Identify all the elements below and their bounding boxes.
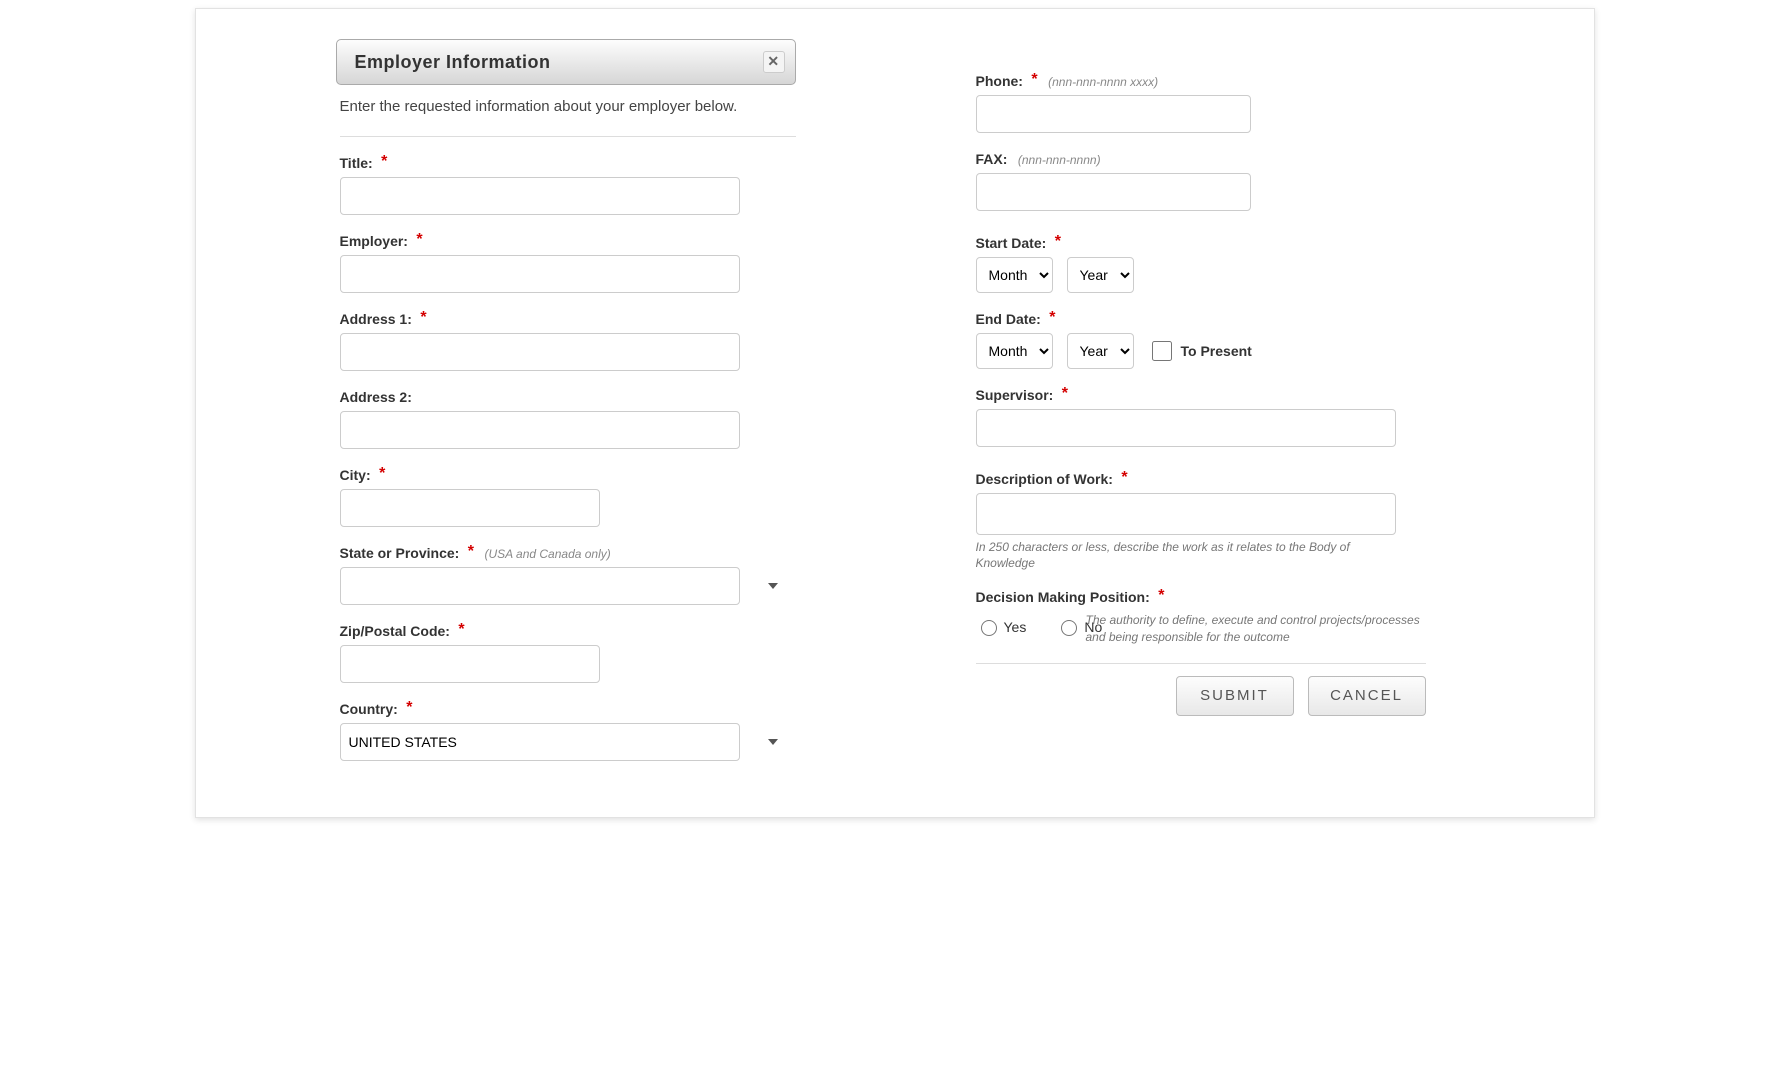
- dialog-employer-information: Employer Information ✕ Enter the request…: [195, 8, 1595, 818]
- decision-yes-radio[interactable]: [981, 620, 997, 636]
- phone-input[interactable]: [976, 95, 1251, 133]
- supervisor-label: Supervisor:: [976, 387, 1054, 403]
- fax-hint: (nnn-nnn-nnnn): [1018, 153, 1101, 167]
- to-present-checkbox[interactable]: [1152, 341, 1172, 361]
- right-scroll-area[interactable]: Phone: * (nnn-nnn-nnnn xxxx) FAX: (nnn-n…: [976, 65, 1436, 753]
- title-label: Title:: [340, 155, 373, 171]
- button-bar: SUBMIT CANCEL: [976, 663, 1426, 716]
- field-description: Description of Work: * In 250 characters…: [976, 471, 1430, 571]
- decision-yes-option[interactable]: Yes: [976, 617, 1027, 636]
- supervisor-input[interactable]: [976, 409, 1396, 447]
- zip-label: Zip/Postal Code:: [340, 623, 450, 639]
- country-select[interactable]: UNITED STATES: [340, 723, 740, 761]
- left-column: Employer Information ✕ Enter the request…: [336, 39, 796, 823]
- address1-label: Address 1:: [340, 311, 412, 327]
- end-year-select[interactable]: Year: [1067, 333, 1134, 369]
- dialog-titlebar: Employer Information ✕: [336, 39, 796, 85]
- dialog-title: Employer Information: [355, 52, 551, 73]
- state-hint: (USA and Canada only): [484, 547, 610, 561]
- field-employer: Employer: *: [340, 233, 790, 293]
- employer-input[interactable]: [340, 255, 740, 293]
- submit-button[interactable]: SUBMIT: [1176, 676, 1294, 716]
- left-scroll-area[interactable]: Enter the requested information about yo…: [336, 85, 796, 823]
- field-supervisor: Supervisor: *: [976, 387, 1430, 447]
- zip-input[interactable]: [340, 645, 600, 683]
- field-city: City: *: [340, 467, 790, 527]
- required-icon: *: [1049, 309, 1055, 326]
- cancel-button[interactable]: CANCEL: [1308, 676, 1426, 716]
- field-end-date: End Date: * Month Year To Present: [976, 311, 1430, 369]
- decision-no-radio[interactable]: [1061, 620, 1077, 636]
- required-icon: *: [1062, 385, 1068, 402]
- required-icon: *: [406, 699, 412, 716]
- decision-label: Decision Making Position:: [976, 589, 1150, 605]
- divider: [340, 136, 796, 137]
- description-label: Description of Work:: [976, 471, 1113, 487]
- start-month-select[interactable]: Month: [976, 257, 1053, 293]
- title-input[interactable]: [340, 177, 740, 215]
- phone-hint: (nnn-nnn-nnnn xxxx): [1048, 75, 1158, 89]
- city-input[interactable]: [340, 489, 600, 527]
- field-country: Country: * UNITED STATES: [340, 701, 790, 761]
- start-date-label: Start Date:: [976, 235, 1047, 251]
- required-icon: *: [420, 309, 426, 326]
- field-start-date: Start Date: * Month Year: [976, 235, 1430, 293]
- required-icon: *: [1158, 587, 1164, 604]
- employer-label: Employer:: [340, 233, 408, 249]
- phone-label: Phone:: [976, 73, 1023, 89]
- fax-label: FAX:: [976, 151, 1008, 167]
- fax-input[interactable]: [976, 173, 1251, 211]
- address1-input[interactable]: [340, 333, 740, 371]
- close-icon[interactable]: ✕: [763, 51, 785, 73]
- required-icon: *: [1055, 233, 1061, 250]
- start-year-select[interactable]: Year: [1067, 257, 1134, 293]
- description-help: In 250 characters or less, describe the …: [976, 539, 1386, 571]
- to-present-wrap[interactable]: To Present: [1148, 338, 1252, 364]
- field-decision: Decision Making Position: * Yes No The a…: [976, 589, 1430, 644]
- state-select[interactable]: [340, 567, 740, 605]
- state-label: State or Province:: [340, 545, 460, 561]
- field-title: Title: *: [340, 155, 790, 215]
- right-column: Phone: * (nnn-nnn-nnnn xxxx) FAX: (nnn-n…: [976, 65, 1436, 753]
- city-label: City:: [340, 467, 371, 483]
- description-input[interactable]: [976, 493, 1396, 535]
- required-icon: *: [1121, 469, 1127, 486]
- field-phone: Phone: * (nnn-nnn-nnnn xxxx): [976, 73, 1430, 133]
- field-address2: Address 2:: [340, 389, 790, 449]
- field-zip: Zip/Postal Code: *: [340, 623, 790, 683]
- field-state: State or Province: * (USA and Canada onl…: [340, 545, 790, 605]
- required-icon: *: [379, 465, 385, 482]
- required-icon: *: [468, 543, 474, 560]
- address2-label: Address 2:: [340, 389, 412, 405]
- required-icon: *: [416, 231, 422, 248]
- required-icon: *: [381, 153, 387, 170]
- field-fax: FAX: (nnn-nnn-nnnn): [976, 151, 1430, 211]
- country-label: Country:: [340, 701, 398, 717]
- end-date-label: End Date:: [976, 311, 1041, 327]
- end-month-select[interactable]: Month: [976, 333, 1053, 369]
- required-icon: *: [1031, 71, 1037, 88]
- field-address1: Address 1: *: [340, 311, 790, 371]
- required-icon: *: [458, 621, 464, 638]
- intro-text: Enter the requested information about yo…: [340, 93, 796, 122]
- decision-help: The authority to define, execute and con…: [1086, 612, 1430, 644]
- to-present-label: To Present: [1181, 343, 1252, 359]
- decision-yes-label: Yes: [1004, 619, 1027, 635]
- address2-input[interactable]: [340, 411, 740, 449]
